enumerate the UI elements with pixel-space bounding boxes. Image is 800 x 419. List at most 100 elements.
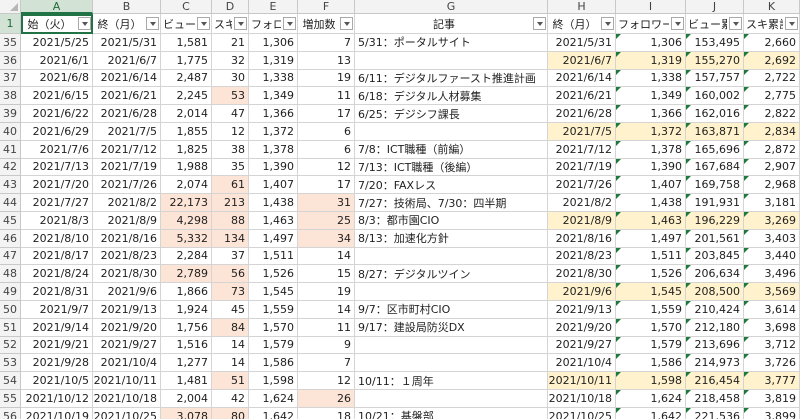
cell-g51[interactable]: 9/17：建設局防災DX (355, 318, 548, 337)
cell-c49[interactable]: 1,866 (161, 283, 212, 301)
cell-g39[interactable]: 6/25：デジシフ課長 (355, 105, 548, 123)
cell-j39[interactable]: 162,016 (686, 105, 744, 123)
cell-h45[interactable]: 2021/8/9 (548, 212, 616, 230)
cell-c48[interactable]: 2,789 (161, 265, 212, 284)
cell-i54[interactable]: 1,598 (616, 372, 686, 390)
cell-g45[interactable]: 8/3：都市園CIO (355, 212, 548, 230)
cell-i43[interactable]: 1,407 (616, 176, 686, 195)
column-header-g[interactable]: G (355, 0, 548, 14)
cell-d43[interactable]: 61 (212, 176, 249, 195)
cell-f42[interactable]: 12 (298, 158, 355, 177)
cell-a45[interactable]: 2021/8/3 (21, 212, 93, 230)
cell-d54[interactable]: 51 (212, 372, 249, 390)
cell-d38[interactable]: 53 (212, 87, 249, 106)
cell-a39[interactable]: 2021/6/22 (21, 105, 93, 123)
table-header-i[interactable]: フォロワー (616, 14, 686, 34)
cell-a38[interactable]: 2021/6/15 (21, 87, 93, 106)
cell-h47[interactable]: 2021/8/23 (548, 247, 616, 266)
cell-h43[interactable]: 2021/7/26 (548, 176, 616, 195)
cell-b40[interactable]: 2021/7/5 (93, 123, 161, 141)
cell-i50[interactable]: 1,559 (616, 301, 686, 319)
filter-dropdown-icon[interactable] (729, 17, 742, 30)
row-header-52[interactable]: 52 (0, 336, 21, 355)
cell-e37[interactable]: 1,338 (249, 69, 298, 88)
cell-c41[interactable]: 1,825 (161, 140, 212, 159)
table-header-c[interactable]: ビュー (161, 14, 212, 34)
cell-j55[interactable]: 218,458 (686, 390, 744, 408)
cell-g40[interactable] (355, 123, 548, 141)
filter-dropdown-icon[interactable] (601, 17, 614, 30)
filter-dropdown-icon[interactable] (146, 17, 159, 30)
cell-k35[interactable]: 2,660 (744, 34, 800, 52)
cell-j56[interactable]: 221,536 (686, 407, 744, 419)
cell-f46[interactable]: 34 (298, 229, 355, 248)
cell-j46[interactable]: 201,561 (686, 229, 744, 248)
cell-k56[interactable]: 3,899 (744, 407, 800, 419)
cell-b43[interactable]: 2021/7/26 (93, 176, 161, 195)
cell-f49[interactable]: 19 (298, 283, 355, 301)
row-header-49[interactable]: 49 (0, 283, 21, 301)
cell-h41[interactable]: 2021/7/12 (548, 140, 616, 159)
cell-a51[interactable]: 2021/9/14 (21, 318, 93, 337)
table-header-b[interactable]: 終（月） (93, 14, 161, 34)
cell-h37[interactable]: 2021/6/14 (548, 69, 616, 88)
cell-j52[interactable]: 213,696 (686, 336, 744, 355)
cell-i47[interactable]: 1,511 (616, 247, 686, 266)
cell-k54[interactable]: 3,777 (744, 372, 800, 390)
cell-g50[interactable]: 9/7：区市町村CIO (355, 301, 548, 319)
filter-dropdown-icon[interactable] (234, 17, 247, 30)
column-header-f[interactable]: F (298, 0, 355, 14)
column-header-h[interactable]: H (548, 0, 616, 14)
cell-f54[interactable]: 12 (298, 372, 355, 390)
filter-dropdown-icon[interactable] (671, 17, 684, 30)
cell-j42[interactable]: 167,684 (686, 158, 744, 177)
cell-f51[interactable]: 11 (298, 318, 355, 337)
row-header-47[interactable]: 47 (0, 247, 21, 266)
column-header-e[interactable]: E (249, 0, 298, 14)
cell-h49[interactable]: 2021/9/6 (548, 283, 616, 301)
row-header-46[interactable]: 46 (0, 229, 21, 248)
cell-e41[interactable]: 1,378 (249, 140, 298, 159)
cell-d53[interactable]: 14 (212, 354, 249, 373)
cell-b46[interactable]: 2021/8/16 (93, 229, 161, 248)
cell-c53[interactable]: 1,277 (161, 354, 212, 373)
cell-a41[interactable]: 2021/7/6 (21, 140, 93, 159)
cell-k39[interactable]: 2,822 (744, 105, 800, 123)
cell-i39[interactable]: 1,366 (616, 105, 686, 123)
cell-k40[interactable]: 2,834 (744, 123, 800, 141)
cell-a52[interactable]: 2021/9/21 (21, 336, 93, 355)
cell-e45[interactable]: 1,463 (249, 212, 298, 230)
cell-a56[interactable]: 2021/10/19 (21, 407, 93, 419)
cell-k42[interactable]: 2,907 (744, 158, 800, 177)
cell-i40[interactable]: 1,372 (616, 123, 686, 141)
cell-c44[interactable]: 22,173 (161, 194, 212, 212)
cell-f38[interactable]: 11 (298, 87, 355, 106)
cell-g35[interactable]: 5/31：ポータルサイト (355, 34, 548, 52)
cell-e47[interactable]: 1,511 (249, 247, 298, 266)
cell-k41[interactable]: 2,872 (744, 140, 800, 159)
cell-g38[interactable]: 6/18：デジタル人材募集 (355, 87, 548, 106)
cell-i48[interactable]: 1,526 (616, 265, 686, 284)
cell-j37[interactable]: 157,757 (686, 69, 744, 88)
row-header-38[interactable]: 38 (0, 87, 21, 106)
cell-b44[interactable]: 2021/8/2 (93, 194, 161, 212)
row-header-35[interactable]: 35 (0, 34, 21, 52)
row-header-53[interactable]: 53 (0, 354, 21, 373)
table-header-j[interactable]: ビュー累計 (686, 14, 744, 34)
cell-k36[interactable]: 2,692 (744, 51, 800, 70)
cell-d44[interactable]: 213 (212, 194, 249, 212)
row-header-41[interactable]: 41 (0, 140, 21, 159)
column-header-a[interactable]: A (21, 0, 93, 14)
cell-f41[interactable]: 6 (298, 140, 355, 159)
cell-j47[interactable]: 203,845 (686, 247, 744, 266)
row-header-40[interactable]: 40 (0, 123, 21, 141)
cell-e50[interactable]: 1,559 (249, 301, 298, 319)
cell-g44[interactable]: 7/27：技術局、7/30：四半期 (355, 194, 548, 212)
cell-h40[interactable]: 2021/7/5 (548, 123, 616, 141)
cell-f45[interactable]: 25 (298, 212, 355, 230)
cell-h36[interactable]: 2021/6/7 (548, 51, 616, 70)
cell-c42[interactable]: 1,988 (161, 158, 212, 177)
cell-f53[interactable]: 7 (298, 354, 355, 373)
row-header-36[interactable]: 36 (0, 51, 21, 70)
cell-f52[interactable]: 9 (298, 336, 355, 355)
